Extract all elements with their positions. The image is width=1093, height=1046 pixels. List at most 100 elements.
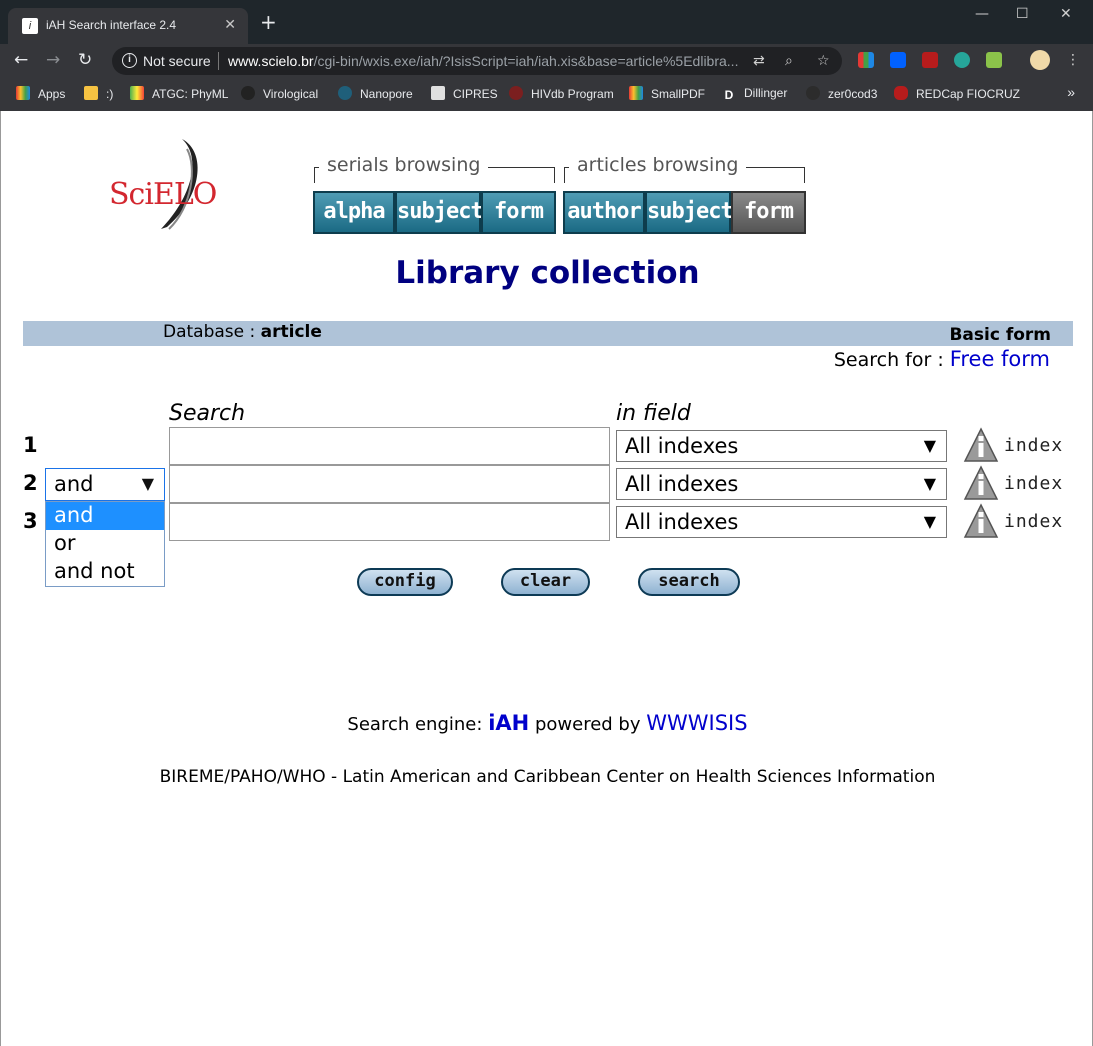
dropdown-arrow-icon: ▼ [141,474,154,493]
zoom-icon[interactable]: ⌕ [785,53,793,69]
bookmark-smile[interactable]: :) [84,86,113,101]
nanopore-icon [338,86,352,100]
mendeley-icon[interactable] [922,52,938,68]
translate-icon[interactable]: ⇄ [753,53,765,69]
search-for: Search for : Free form [834,347,1050,371]
bookmarks-bar: Apps :) ATGC: PhyML Virological Nanopore… [0,78,1093,111]
index-link-3[interactable]: index [963,503,1063,539]
index-label: index [1004,511,1064,532]
database-label: Database : article [163,322,322,342]
dropbox-icon[interactable] [890,52,906,68]
dropdown-option-and-not[interactable]: and not [46,558,164,586]
serials-browsing-label: serials browsing [319,154,489,176]
scielo-logo[interactable]: SciELO [107,137,217,237]
index-label: index [1004,435,1064,456]
serials-form-button[interactable]: form [481,191,556,234]
bookmarks-more-icon[interactable]: » [1067,84,1075,100]
window-close-icon[interactable]: ✕ [1060,6,1072,22]
extension-palette-icon[interactable] [858,52,874,68]
field-select-value: All indexes [625,434,739,458]
articles-form-button[interactable]: form [731,191,806,234]
free-form-link[interactable]: Free form [950,347,1050,371]
bookmark-dillinger[interactable]: D Dillinger [722,86,787,102]
row-number-1: 1 [23,433,38,457]
url-path: /cgi-bin/wxis.exe/iah/?IsisScript=iah/ia… [313,53,739,69]
index-link-2[interactable]: index [963,465,1063,501]
new-tab-button[interactable]: + [260,12,277,32]
back-icon[interactable]: ← [14,50,28,70]
bookmark-label: REDCap FIOCRUZ [916,87,1021,101]
profile-avatar[interactable] [1030,50,1050,70]
serials-subject-button[interactable]: subject [395,191,484,234]
dropdown-option-and[interactable]: and [46,502,164,530]
bookmark-nanopore[interactable]: Nanopore [338,86,413,101]
search-for-label: Search for : [833,349,944,371]
serials-alpha-button[interactable]: alpha [313,191,395,234]
bookmark-apps[interactable]: Apps [16,86,65,101]
engine-prefix: Search engine: [347,714,483,735]
articles-browsing-label: articles browsing [569,154,747,176]
browser-menu-icon[interactable]: ⋮ [1066,52,1080,68]
iah-link[interactable]: iAH [488,711,529,735]
hivdb-icon [509,86,523,100]
articles-author-button[interactable]: author [563,191,645,234]
search-input-2[interactable] [169,465,610,503]
search-input-3[interactable] [169,503,610,541]
config-button[interactable]: config [357,568,453,596]
field-select-value: All indexes [625,472,739,496]
bookmark-zer0cod3[interactable]: zer0cod3 [806,86,877,101]
field-column-header: in field [616,401,691,426]
forward-icon[interactable]: → [46,50,60,70]
maximize-icon[interactable]: ☐ [1016,6,1029,22]
minimize-icon[interactable]: — [975,6,989,22]
close-tab-icon[interactable]: ✕ [224,16,236,33]
field-select-3[interactable]: All indexes ▼ [616,506,947,538]
bookmark-cipres[interactable]: CIPRES [431,86,498,101]
bookmark-virological[interactable]: Virological [241,86,318,101]
url-text: www.scielo.br/cgi-bin/wxis.exe/iah/?Isis… [228,53,738,69]
bookmark-label: Nanopore [360,87,413,101]
atgc-icon [130,86,144,100]
wwwisis-link[interactable]: WWWISIS [646,711,747,735]
cipres-icon [431,86,445,100]
tab-title: iAH Search interface 2.4 [46,18,177,32]
address-bar[interactable]: i Not secure www.scielo.br/cgi-bin/wxis.… [112,47,842,75]
logo-text: SciELO [109,177,217,212]
row-number-2: 2 [23,471,38,495]
field-select-2[interactable]: All indexes ▼ [616,468,947,500]
bookmark-hivdb[interactable]: HIVdb Program [509,86,614,101]
info-triangle-icon [963,503,999,538]
info-icon[interactable]: i [122,53,137,68]
bookmark-label: CIPRES [453,87,498,101]
extension-icon[interactable] [986,52,1002,68]
search-button[interactable]: search [638,568,740,596]
database-label-text: Database : [163,322,256,342]
field-select-1[interactable]: All indexes ▼ [616,430,947,462]
articles-subject-button[interactable]: subject [645,191,734,234]
search-column-header: Search [169,401,246,426]
url-host: www.scielo.br [228,53,314,69]
browser-tab[interactable]: i iAH Search interface 2.4 ✕ [8,8,248,44]
bookmark-redcap[interactable]: REDCap FIOCRUZ [894,86,1020,101]
bookmark-smallpdf[interactable]: SmallPDF [629,86,705,101]
bookmark-star-icon[interactable]: ☆ [817,53,830,69]
grammarly-icon[interactable] [954,52,970,68]
bookmark-label: :) [106,87,114,101]
search-input-1[interactable] [169,427,610,465]
address-separator [218,52,219,70]
index-link-1[interactable]: index [963,427,1063,463]
dropdown-option-or[interactable]: or [46,530,164,558]
reload-icon[interactable]: ↻ [78,50,92,70]
form-mode-label: Basic form [949,325,1051,345]
bookmark-label: ATGC: PhyML [152,87,229,101]
database-bar: Database : article Basic form [23,321,1073,346]
dropdown-arrow-icon: ▼ [923,512,936,531]
smallpdf-icon [629,86,643,100]
dillinger-icon: D [722,88,736,102]
bookmark-label: zer0cod3 [828,87,878,101]
redcap-icon [894,86,908,100]
boolean-operator-select[interactable]: and ▼ [45,468,165,501]
clear-button[interactable]: clear [501,568,590,596]
bookmark-atgc[interactable]: ATGC: PhyML [130,86,228,101]
row-number-3: 3 [23,509,38,533]
